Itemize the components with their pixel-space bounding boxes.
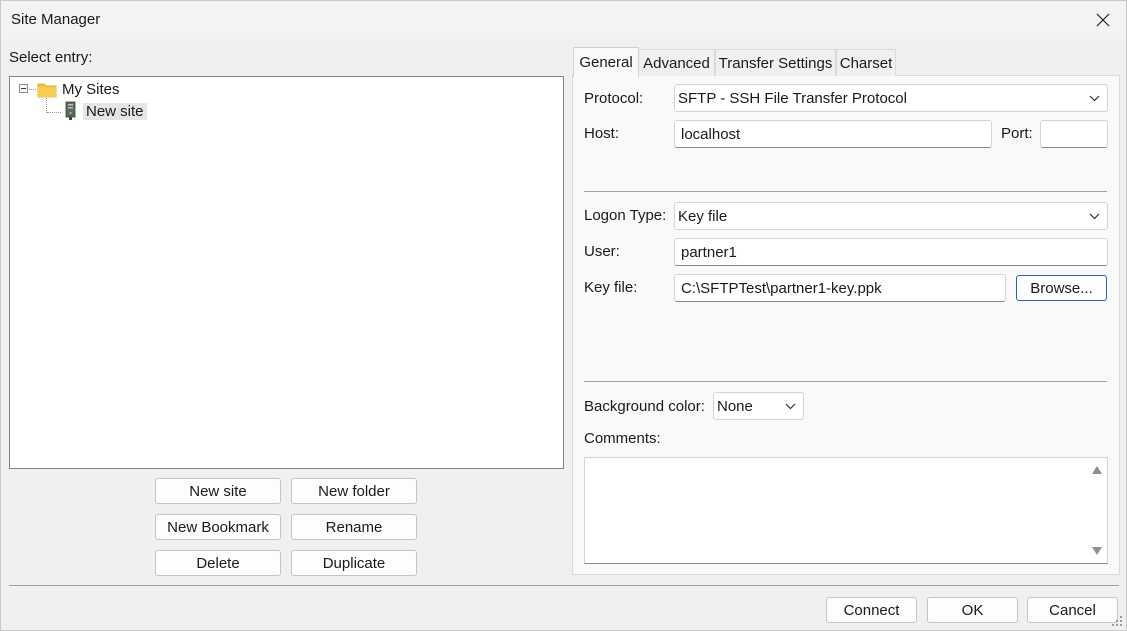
tab-charset[interactable]: Charset (836, 49, 896, 76)
user-label: User: (584, 243, 620, 260)
rename-button[interactable]: Rename (291, 514, 417, 540)
host-value: localhost (681, 125, 741, 143)
logon-type-select[interactable]: Key file (674, 202, 1108, 230)
tree-item-new-site[interactable]: New site (64, 101, 147, 121)
browse-button[interactable]: Browse... (1016, 275, 1107, 301)
comments-textarea[interactable] (584, 457, 1108, 564)
port-label: Port: (1001, 125, 1033, 142)
resize-grip-icon[interactable] (1111, 615, 1123, 627)
tree-item-my-sites[interactable]: My Sites (37, 79, 120, 99)
separator (584, 191, 1107, 192)
folder-icon (37, 83, 57, 97)
new-bookmark-button[interactable]: New Bookmark (155, 514, 281, 540)
footer-separator (9, 585, 1119, 586)
new-folder-button[interactable]: New folder (291, 478, 417, 504)
key-file-value: C:\SFTPTest\partner1-key.ppk (681, 279, 882, 297)
connect-button[interactable]: Connect (826, 597, 917, 623)
scroll-up-icon[interactable] (1092, 466, 1102, 474)
select-entry-label: Select entry: (9, 49, 93, 66)
chevron-down-icon (1089, 213, 1100, 220)
window-title: Site Manager (11, 11, 101, 28)
port-input[interactable] (1040, 120, 1108, 148)
ok-button[interactable]: OK (927, 597, 1018, 623)
delete-button[interactable]: Delete (155, 550, 281, 576)
key-file-input[interactable]: C:\SFTPTest\partner1-key.ppk (674, 274, 1006, 302)
logon-type-value: Key file (678, 207, 728, 225)
site-tree[interactable]: My Sites New site (9, 76, 564, 469)
key-file-label: Key file: (584, 279, 638, 296)
title-bar: Site Manager (1, 1, 1126, 39)
host-label: Host: (584, 125, 620, 142)
duplicate-button[interactable]: Duplicate (291, 550, 417, 576)
close-icon (1096, 13, 1110, 27)
protocol-value: SFTP - SSH File Transfer Protocol (678, 89, 907, 107)
site-manager-window: Site Manager Select entry: My Sites New … (0, 0, 1127, 631)
cancel-button[interactable]: Cancel (1027, 597, 1118, 623)
scroll-down-icon[interactable] (1092, 547, 1102, 555)
tree-item-label: New site (83, 102, 147, 120)
server-icon (65, 101, 76, 120)
tree-item-label: My Sites (62, 80, 120, 98)
user-value: partner1 (681, 243, 737, 261)
background-color-select[interactable]: None (713, 392, 804, 420)
close-button[interactable] (1080, 1, 1126, 39)
tab-general[interactable]: General (573, 47, 639, 77)
new-site-button[interactable]: New site (155, 478, 281, 504)
protocol-label: Protocol: (584, 90, 644, 107)
separator (584, 381, 1107, 382)
collapse-toggle[interactable] (19, 84, 28, 93)
chevron-down-icon (785, 403, 796, 410)
user-input[interactable]: partner1 (674, 238, 1108, 266)
tab-transfer-settings[interactable]: Transfer Settings (715, 49, 836, 76)
chevron-down-icon (1089, 95, 1100, 102)
background-color-value: None (717, 397, 753, 415)
tab-advanced[interactable]: Advanced (638, 49, 715, 76)
background-color-label: Background color: (584, 398, 705, 415)
comments-scrollbar[interactable] (1087, 458, 1107, 563)
host-input[interactable]: localhost (674, 120, 992, 148)
comments-label: Comments: (584, 430, 661, 447)
protocol-select[interactable]: SFTP - SSH File Transfer Protocol (674, 84, 1108, 112)
logon-type-label: Logon Type: (584, 207, 667, 224)
